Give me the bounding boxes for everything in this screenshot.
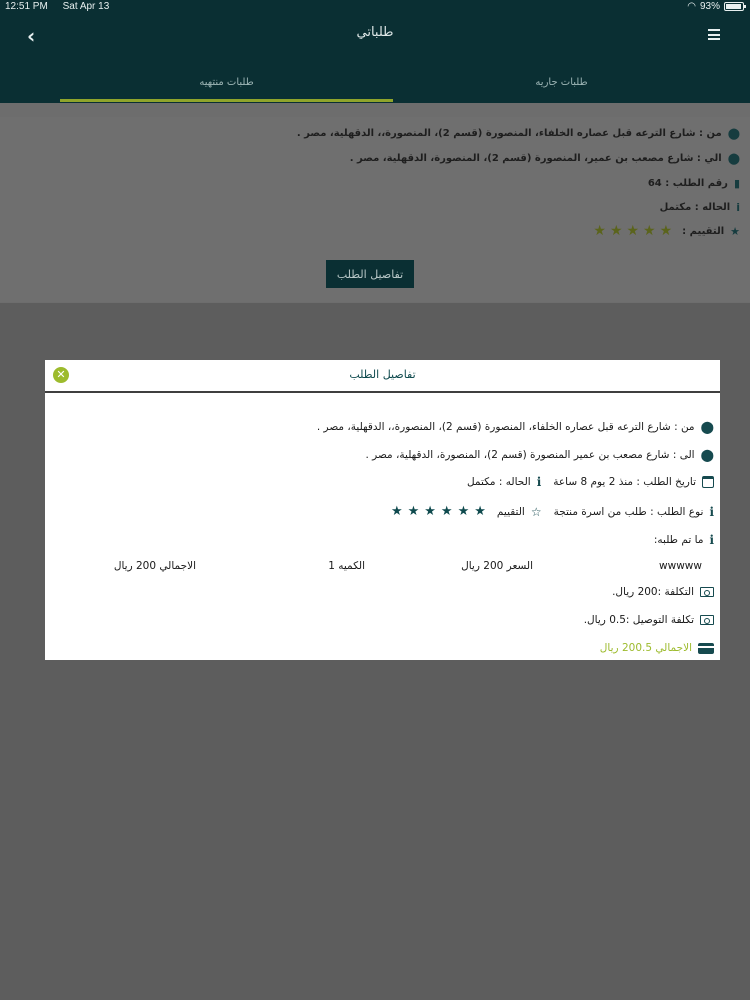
modal-delivery: تكلفة التوصيل :0.5 ريال. bbox=[584, 614, 714, 626]
active-tab-indicator bbox=[60, 99, 393, 102]
map-pin-icon: ⬤ bbox=[727, 152, 740, 165]
credit-card-icon bbox=[698, 642, 714, 654]
modal-to: ⬤ الى : شارع مصعب بن عمير المنصورة (قسم … bbox=[365, 448, 714, 462]
calendar-icon bbox=[702, 476, 714, 488]
modal-rating-label: التقييم bbox=[496, 505, 525, 518]
info-icon: i bbox=[736, 201, 740, 214]
app-header: ‹ طلباتي طلبات جاريه طلبات منتهيه bbox=[0, 15, 750, 103]
ordered-label-text: ما تم طلبه: bbox=[653, 534, 704, 546]
battery-icon bbox=[724, 2, 746, 11]
order-rating-label: التقييم : bbox=[682, 225, 725, 237]
order-from-text: من : شارع الترعه قبل عصاره الخلفاء، المن… bbox=[296, 128, 722, 139]
item-name: wwwww bbox=[659, 560, 702, 572]
map-pin-icon: ⬤ bbox=[727, 127, 740, 140]
modal-delivery-text: تكلفة التوصيل :0.5 ريال. bbox=[583, 614, 694, 626]
star-icon: ★ bbox=[730, 224, 740, 238]
modal-type-rating: i نوع الطلب : طلب من اسرة منتجة ☆ التقيي… bbox=[391, 504, 714, 519]
order-to-text: الي : شارع مصعب بن عمير، المنصورة (قسم 2… bbox=[349, 153, 722, 164]
menu-icon[interactable] bbox=[708, 29, 720, 40]
order-details-modal: ✕ تفاصيل الطلب ⬤ من : شارع الترعه قبل عص… bbox=[45, 360, 720, 660]
info-icon: i bbox=[536, 475, 542, 489]
item-price: السعر 200 ريال bbox=[461, 560, 533, 572]
order-from: ⬤ من : شارع الترعه قبل عصاره الخلفاء، ال… bbox=[297, 127, 740, 140]
document-icon: ▮ bbox=[733, 177, 740, 190]
modal-cost: التكلفة :200 ريال. bbox=[612, 586, 714, 598]
order-status-text: الحاله : مكتمل bbox=[659, 202, 731, 213]
rating-stars: ★★★★★ bbox=[593, 223, 677, 239]
status-date: Sat Apr 13 bbox=[62, 1, 110, 12]
modal-title: تفاصيل الطلب bbox=[349, 368, 416, 381]
money-bill-icon bbox=[700, 587, 714, 597]
money-bill-icon bbox=[700, 615, 714, 625]
modal-header: ✕ تفاصيل الطلب bbox=[45, 360, 720, 393]
modal-grand-total-text: الاجمالي 200.5 ريال bbox=[599, 642, 692, 654]
rating-stars: ★★★★★★ bbox=[390, 504, 491, 519]
order-rating: ★ التقييم : ★★★★★ bbox=[593, 223, 740, 239]
modal-grand-total: الاجمالي 200.5 ريال bbox=[600, 642, 714, 654]
order-status: i الحاله : مكتمل bbox=[660, 201, 740, 214]
order-number: ▮ رقم الطلب : 64 bbox=[648, 177, 740, 190]
item-quantity: الكميه 1 bbox=[328, 560, 365, 572]
info-icon: i bbox=[709, 504, 714, 519]
tab-finished-orders[interactable]: طلبات منتهيه bbox=[60, 60, 393, 100]
page-title: طلباتي bbox=[356, 25, 394, 40]
wifi-icon: ◠ bbox=[687, 1, 696, 12]
modal-cost-text: التكلفة :200 ريال. bbox=[612, 586, 694, 598]
modal-ordered-label: i ما تم طلبه: bbox=[654, 533, 714, 547]
status-bar: 12:51 PM Sat Apr 13 ◠ 93% bbox=[0, 0, 750, 15]
modal-type-text: نوع الطلب : طلب من اسرة منتجة bbox=[553, 505, 704, 518]
modal-from-text: من : شارع الترعه قبل عصاره الخلفاء، المن… bbox=[316, 421, 695, 433]
item-total: الاجمالي 200 ريال bbox=[113, 560, 196, 572]
modal-date-status: تاريخ الطلب : منذ 2 يوم 8 ساعة i الحاله … bbox=[467, 475, 714, 489]
battery-percent: 93% bbox=[699, 1, 720, 12]
modal-to-text: الى : شارع مصعب بن عمير المنصورة (قسم 2)… bbox=[365, 449, 695, 461]
info-icon: i bbox=[709, 533, 714, 547]
modal-date-text: تاريخ الطلب : منذ 2 يوم 8 ساعة bbox=[553, 476, 696, 488]
modal-status-text: الحاله : مكتمل bbox=[466, 476, 531, 488]
order-number-text: رقم الطلب : 64 bbox=[647, 178, 728, 189]
status-time: 12:51 PM bbox=[5, 1, 48, 12]
order-details-button[interactable]: تفاصيل الطلب bbox=[326, 260, 414, 288]
map-pin-icon: ⬤ bbox=[700, 420, 714, 434]
tab-running-orders[interactable]: طلبات جاريه bbox=[395, 60, 728, 100]
map-pin-icon: ⬤ bbox=[700, 448, 714, 462]
modal-from: ⬤ من : شارع الترعه قبل عصاره الخلفاء، ال… bbox=[317, 420, 714, 434]
order-to: ⬤ الي : شارع مصعب بن عمير، المنصورة (قسم… bbox=[350, 152, 740, 165]
star-outline-icon: ☆ bbox=[530, 504, 542, 519]
